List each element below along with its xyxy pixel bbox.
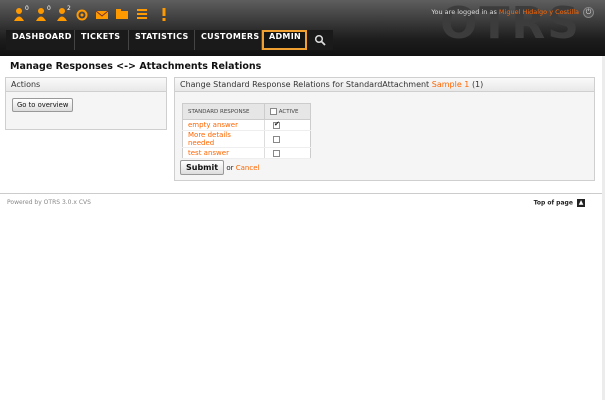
arrow-up-icon: ▲ (577, 199, 585, 207)
active-checkbox[interactable] (273, 135, 280, 143)
active-checkbox[interactable] (273, 149, 280, 157)
table-row: empty answer (182, 119, 311, 131)
login-info: You are logged in as Miguel Hidalgo y Co… (431, 8, 579, 16)
tab-dashboard[interactable]: DASHBOARD (6, 30, 75, 50)
tab-statistics[interactable]: STATISTICS (129, 30, 195, 50)
search-icon (314, 34, 326, 46)
submit-button[interactable]: Submit (180, 160, 225, 175)
table-row: More details needed (182, 130, 311, 148)
main-nav: DASHBOARD TICKETS STATISTICS CUSTOMERS A… (6, 30, 333, 50)
active-checkbox[interactable] (273, 120, 280, 129)
relations-header-text: Change Standard Response Relations for S… (180, 80, 430, 89)
locked-tickets-reminder-count: 0 (47, 5, 51, 12)
actions-box: Actions Go to overview (5, 77, 167, 130)
responsible-tickets-count: 2 (67, 5, 71, 12)
user-name-link[interactable]: Miguel Hidalgo y Costilla (499, 8, 579, 16)
response-link[interactable]: More details needed (188, 131, 231, 147)
relations-header-count: (1) (471, 80, 484, 89)
response-link[interactable]: empty answer (188, 121, 238, 129)
logout-icon[interactable]: ⏻ (583, 7, 594, 18)
login-prefix: You are logged in as (431, 8, 497, 16)
header-bar: OTRS 0 0 2 You are logged in as Miguel H… (0, 0, 605, 56)
top-of-page-label: Top of page (533, 199, 573, 207)
table-row: test answer (182, 147, 311, 159)
col-standard-response: STANDARD RESPONSE (182, 103, 265, 120)
new-email-ticket-icon[interactable] (95, 6, 109, 22)
or-text: or (226, 164, 234, 172)
new-phone-ticket-icon[interactable] (115, 6, 129, 22)
actions-header: Actions (6, 78, 166, 92)
queue-view-icon[interactable] (135, 6, 149, 22)
relations-table: STANDARD RESPONSE ACTIVE empty answer Mo… (182, 103, 311, 159)
tab-tickets[interactable]: TICKETS (75, 30, 129, 50)
relations-header: Change Standard Response Relations for S… (175, 78, 594, 92)
powered-by: Powered by OTRS 3.0.x CVS (7, 199, 91, 206)
attachment-link[interactable]: Sample 1 (432, 80, 470, 89)
tab-admin[interactable]: ADMIN (262, 30, 307, 50)
locked-tickets-new-icon[interactable] (12, 6, 26, 22)
relations-box: Change Standard Response Relations for S… (174, 77, 595, 181)
locked-tickets-reminder-icon[interactable] (34, 6, 48, 22)
select-all-checkbox[interactable] (270, 108, 277, 115)
search-button[interactable] (307, 30, 333, 50)
cancel-link[interactable]: Cancel (236, 164, 260, 172)
form-actions: Submit or Cancel (180, 160, 259, 175)
watched-tickets-icon[interactable] (75, 6, 89, 22)
top-of-page-link[interactable]: Top of page ▲ (534, 199, 585, 207)
locked-tickets-new-count: 0 (25, 5, 29, 12)
col-active-label: ACTIVE (278, 109, 299, 115)
col-active-header: ACTIVE (264, 103, 311, 120)
go-to-overview-button[interactable]: Go to overview (12, 98, 74, 112)
response-link[interactable]: test answer (188, 149, 229, 157)
tab-customers[interactable]: CUSTOMERS (195, 30, 262, 50)
footer-divider (0, 193, 605, 194)
escalation-view-icon[interactable] (157, 6, 171, 22)
page-title: Manage Responses <-> Attachments Relatio… (10, 61, 262, 72)
